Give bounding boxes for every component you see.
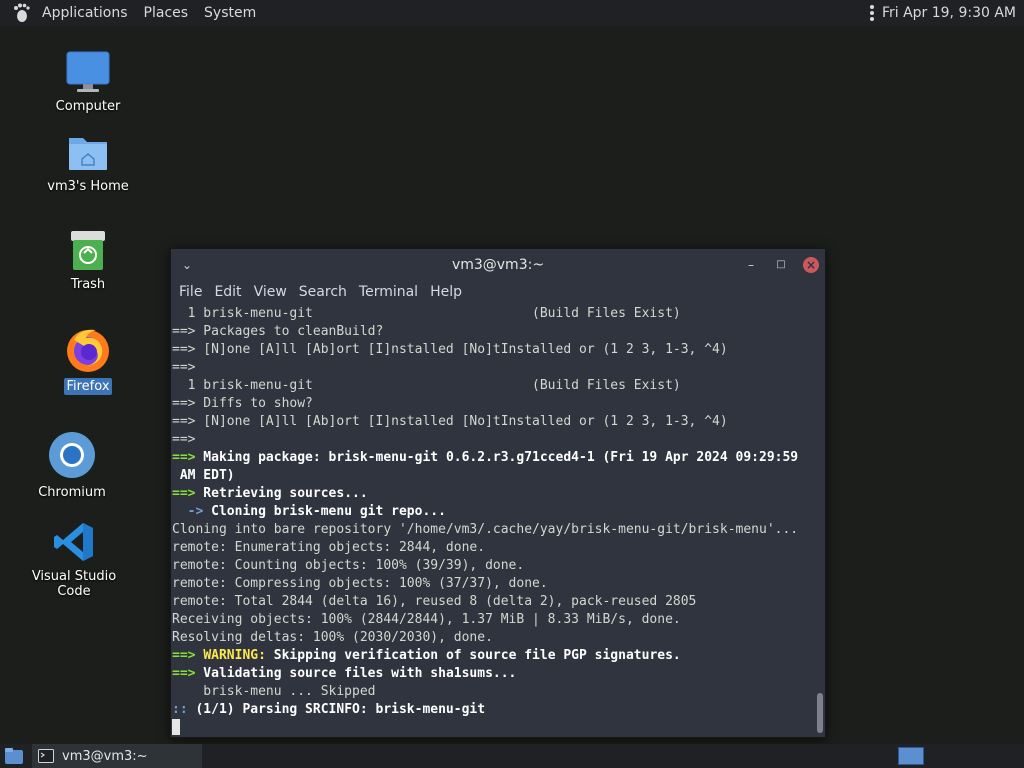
window-title: vm3@vm3:~ [451, 257, 545, 273]
vscode-icon [54, 523, 93, 561]
desktop-icon-firefox[interactable]: Firefox [28, 326, 148, 395]
terminal-window[interactable]: ⌄ vm3@vm3:~ – □ × File Edit View Search … [170, 248, 826, 738]
firefox-icon [67, 329, 109, 372]
desktop-icon-trash[interactable]: Trash [28, 228, 148, 293]
terminal-line: remote: Counting objects: 100% (39/39), … [172, 558, 525, 573]
terminal-menubar: File Edit View Search Terminal Help [171, 281, 825, 303]
menu-search[interactable]: Search [293, 281, 353, 303]
terminal-icon [38, 749, 54, 763]
desktop-icon-label: Computer [55, 99, 121, 114]
terminal-scrollbar[interactable] [817, 693, 823, 733]
taskbar-item-terminal[interactable]: vm3@vm3:~ [32, 744, 202, 768]
trash-icon [71, 231, 105, 270]
terminal-line: -> Cloning brisk-menu git repo... [187, 504, 446, 519]
terminal-output[interactable]: 1 brisk-menu-git (Build Files Exist) ==> … [172, 305, 813, 735]
terminal-line: remote: Total 2844 (delta 16), reused 8 … [172, 594, 697, 609]
maximize-icon[interactable]: □ [773, 257, 789, 273]
terminal-line: 1 brisk-menu-git (Build Files Exist) [172, 378, 681, 393]
desktop-icon-label: Chromium [38, 485, 106, 500]
desktop-icon-vscode[interactable]: Visual Studio Code [14, 520, 134, 600]
desktop-icon-label: Firefox [64, 378, 112, 395]
top-panel: Applications Places System Fri Apr 19, 9… [0, 0, 1024, 26]
clock[interactable]: Fri Apr 19, 9:30 AM [882, 5, 1016, 21]
terminal-line: brisk-menu ... Skipped [172, 684, 376, 699]
computer-icon [66, 51, 110, 92]
applications-menu[interactable]: Applications [34, 0, 136, 26]
desktop-icon-label: Visual Studio Code [31, 569, 117, 599]
terminal-line: Receiving objects: 100% (2844/2844), 1.3… [172, 612, 681, 627]
menu-view[interactable]: View [248, 281, 293, 303]
desktop-icon-label: vm3's Home [47, 179, 129, 194]
menu-edit[interactable]: Edit [208, 281, 247, 303]
panel-right: Fri Apr 19, 9:30 AM [869, 0, 1024, 26]
close-icon[interactable]: × [803, 257, 819, 273]
window-titlebar[interactable]: ⌄ vm3@vm3:~ – □ × [171, 249, 825, 281]
terminal-line: ==> Validating source files with sha1sum… [172, 666, 517, 681]
chromium-icon [49, 432, 95, 478]
terminal-line: ==> Diffs to show? [172, 396, 313, 411]
show-desktop-icon[interactable] [4, 747, 24, 765]
terminal-line: AM EDT) [172, 468, 235, 483]
terminal-line: ==> [N]one [A]ll [Ab]ort [I]nstalled [No… [172, 342, 728, 357]
terminal-line: ==> Retrieving sources... [172, 486, 368, 501]
terminal-line: :: (1/1) Parsing SRCINFO: brisk-menu-git [172, 702, 486, 717]
panel-menu: Applications Places System [0, 0, 264, 26]
system-menu[interactable]: System [196, 0, 264, 26]
terminal-line: Cloning into bare repository '/home/vm3/… [172, 522, 799, 537]
terminal-line: 1 brisk-menu-git (Build Files Exist) [172, 306, 681, 321]
terminal-line: ==> WARNING: Skipping verification of so… [172, 648, 681, 663]
more-options-icon[interactable] [869, 5, 874, 21]
desktop-icon-home[interactable]: vm3's Home [28, 130, 148, 195]
bottom-panel: vm3@vm3:~ [0, 744, 1024, 768]
workspace-switcher[interactable] [898, 747, 924, 765]
terminal-line: Resolving deltas: 100% (2030/2030), done… [172, 630, 493, 645]
desktop-icon-label: Trash [70, 277, 106, 292]
menu-terminal[interactable]: Terminal [353, 281, 424, 303]
desktop-icon-computer[interactable]: Computer [28, 50, 148, 115]
terminal-line: ==> [172, 360, 204, 375]
terminal-line: ==> [N]one [A]ll [Ab]ort [I]nstalled [No… [172, 414, 728, 429]
terminal-line: remote: Compressing objects: 100% (37/37… [172, 576, 548, 591]
places-menu[interactable]: Places [136, 0, 197, 26]
terminal-line: remote: Enumerating objects: 2844, done. [172, 540, 486, 555]
menu-file[interactable]: File [173, 281, 208, 303]
terminal-line: ==> Making package: brisk-menu-git 0.6.2… [172, 450, 799, 465]
menu-help[interactable]: Help [424, 281, 468, 303]
taskbar-item-label: vm3@vm3:~ [62, 748, 148, 764]
terminal-cursor-line [172, 719, 813, 735]
terminal-line: ==> [172, 432, 204, 447]
desktop-icon-chromium[interactable]: Chromium [12, 430, 132, 501]
gnome-foot-icon[interactable] [10, 2, 32, 24]
terminal-line: ==> Packages to cleanBuild? [172, 324, 384, 339]
minimize-icon[interactable]: – [743, 257, 759, 273]
home-folder-icon [69, 138, 107, 170]
terminal-cursor [172, 719, 180, 735]
